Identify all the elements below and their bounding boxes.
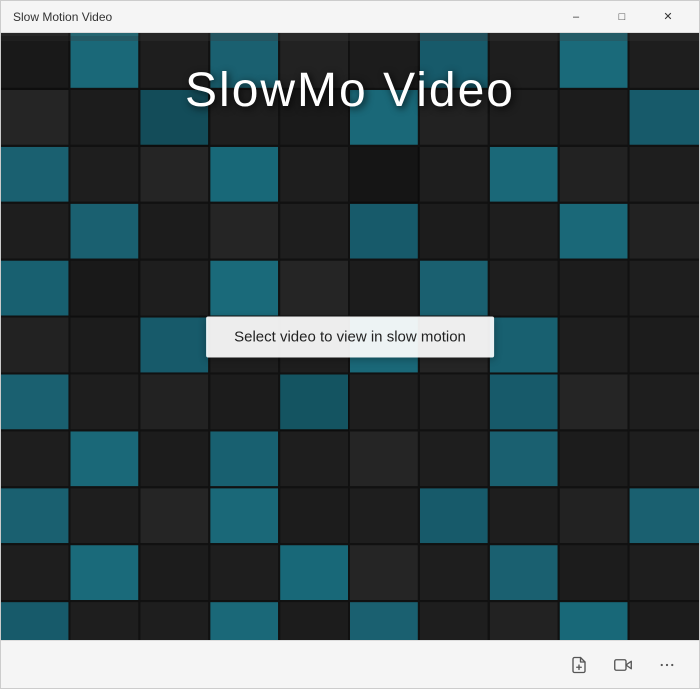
minimize-button[interactable]: –	[553, 1, 599, 33]
maximize-button[interactable]: □	[599, 1, 645, 33]
more-options-button[interactable]	[647, 647, 687, 683]
more-icon	[658, 656, 676, 674]
app-window: Slow Motion Video – □ ✕	[0, 0, 700, 689]
title-bar: Slow Motion Video – □ ✕	[1, 1, 699, 33]
select-video-prompt: Select video to view in slow motion	[206, 316, 494, 357]
title-bar-controls: – □ ✕	[553, 1, 691, 33]
close-button[interactable]: ✕	[645, 1, 691, 33]
title-bar-left: Slow Motion Video	[13, 10, 112, 24]
main-content: SlowMo Video Select video to view in slo…	[1, 33, 699, 640]
bottom-toolbar	[1, 640, 699, 688]
file-open-icon	[570, 656, 588, 674]
window-title: Slow Motion Video	[13, 10, 112, 24]
open-file-button[interactable]	[559, 647, 599, 683]
camera-button[interactable]	[603, 647, 643, 683]
app-title: SlowMo Video	[1, 63, 699, 118]
camera-icon	[614, 656, 632, 674]
